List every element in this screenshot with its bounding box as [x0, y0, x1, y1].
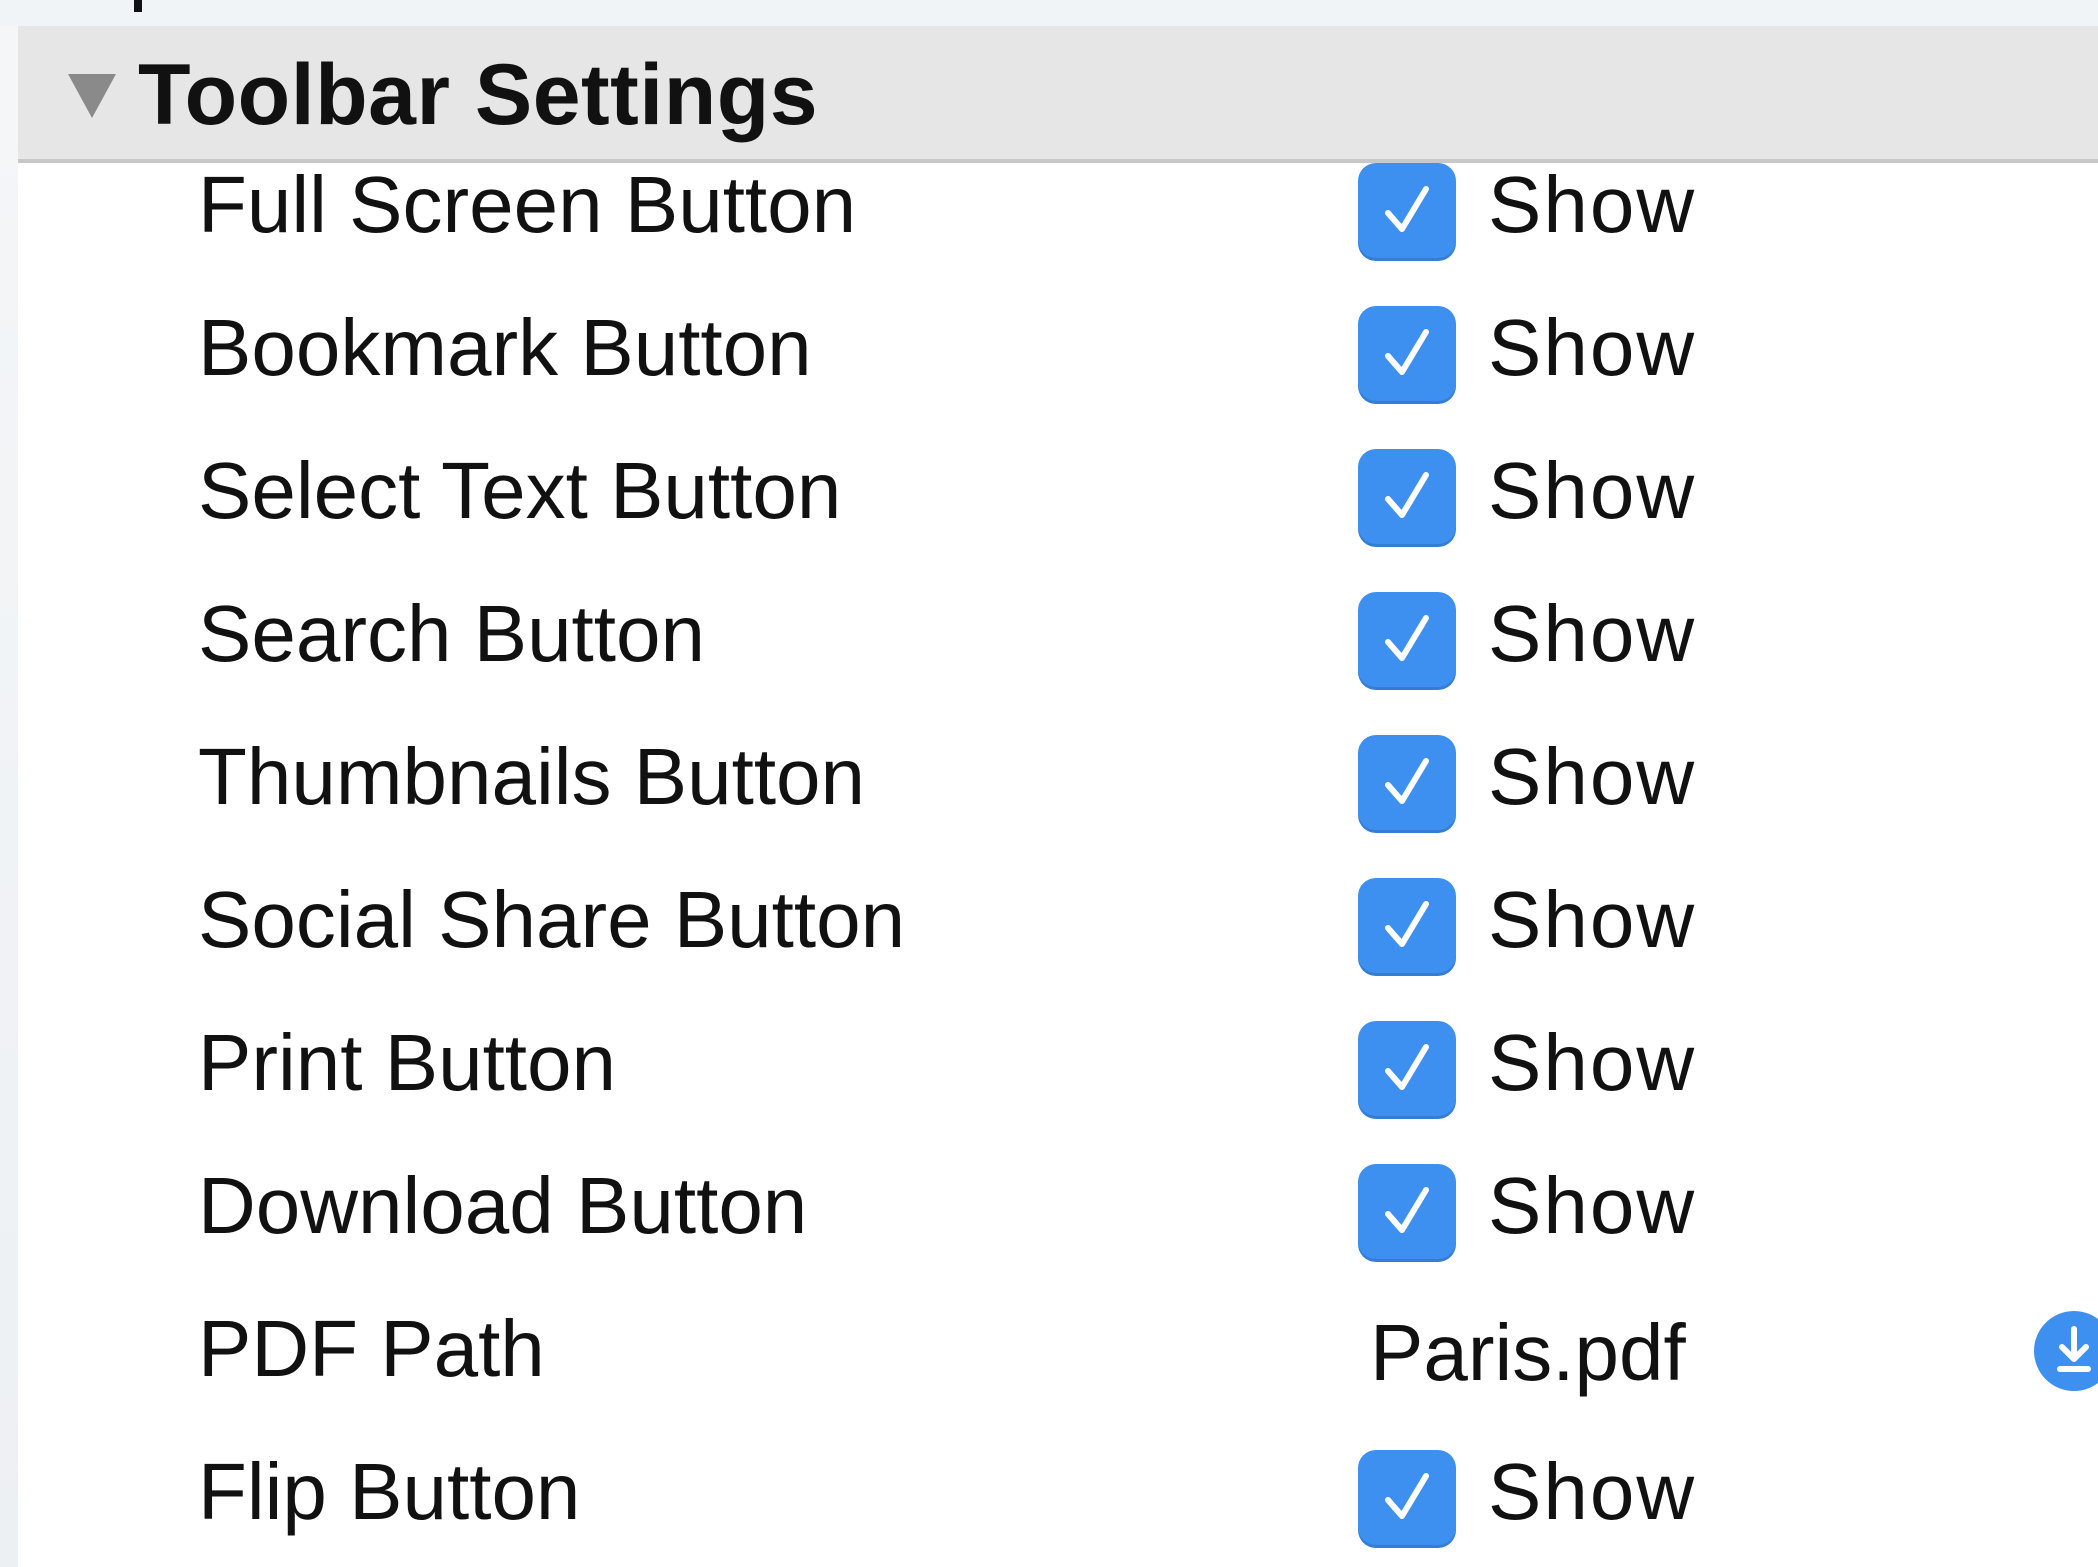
- checkmark-icon: [1385, 615, 1429, 661]
- setting-row-bookmark-button: Bookmark Button Show: [18, 280, 2098, 423]
- show-label: Show: [1488, 732, 1697, 821]
- show-label: Show: [1488, 589, 1697, 678]
- setting-label: Full Screen Button: [198, 160, 857, 249]
- checkbox-checked[interactable]: [1358, 306, 1456, 404]
- pdf-path-value[interactable]: Paris.pdf: [1370, 1313, 1686, 1393]
- search-button-checkbox[interactable]: Show: [1358, 592, 1778, 692]
- checkmark-icon: [1385, 901, 1429, 947]
- checkmark-icon: [1385, 186, 1429, 232]
- checkmark-icon: [1385, 1044, 1429, 1090]
- checkmark-icon: [1385, 472, 1429, 518]
- setting-row-pdf-path: PDF Path Paris.pdf: [18, 1281, 2098, 1424]
- print-button-checkbox[interactable]: Show: [1358, 1021, 1778, 1121]
- show-label: Show: [1488, 303, 1697, 392]
- checkbox-checked[interactable]: [1358, 449, 1456, 547]
- setting-label: Social Share Button: [198, 875, 906, 964]
- setting-row-print-button: Print Button Show: [18, 995, 2098, 1138]
- checkbox-checked[interactable]: [1358, 878, 1456, 976]
- checkmark-icon: [1385, 758, 1429, 804]
- disclosure-triangle-down-icon[interactable]: [68, 74, 116, 118]
- download-button-checkbox[interactable]: Show: [1358, 1164, 1778, 1264]
- download-icon[interactable]: [2034, 1311, 2098, 1391]
- checkbox-checked[interactable]: [1358, 163, 1456, 261]
- checkmark-icon: [1385, 329, 1429, 375]
- setting-row-full-screen-button: Full Screen Button Show: [18, 137, 2098, 280]
- setting-row-download-button: Download Button Show: [18, 1138, 2098, 1281]
- flip-button-checkbox[interactable]: Show: [1358, 1450, 1778, 1550]
- show-label: Show: [1488, 1447, 1697, 1536]
- show-label: Show: [1488, 1018, 1697, 1107]
- section-title: Toolbar Settings: [138, 47, 819, 143]
- setting-label: Select Text Button: [198, 446, 842, 535]
- setting-label: Download Button: [198, 1161, 808, 1250]
- full-screen-button-checkbox[interactable]: Show: [1358, 163, 1778, 263]
- setting-label: Flip Button: [198, 1447, 581, 1536]
- checkbox-checked[interactable]: [1358, 592, 1456, 690]
- thumbnails-button-checkbox[interactable]: Show: [1358, 735, 1778, 835]
- setting-label: Thumbnails Button: [198, 732, 866, 821]
- checkbox-checked[interactable]: [1358, 1164, 1456, 1262]
- setting-row-social-share-button: Social Share Button Show: [18, 852, 2098, 995]
- setting-row-select-text-button: Select Text Button Show: [18, 423, 2098, 566]
- setting-label: Search Button: [198, 589, 705, 678]
- checkmark-icon: [1385, 1473, 1429, 1519]
- setting-label: Bookmark Button: [198, 303, 812, 392]
- setting-row-thumbnails-button: Thumbnails Button Show: [18, 709, 2098, 852]
- checkbox-checked[interactable]: [1358, 1450, 1456, 1548]
- select-text-button-checkbox[interactable]: Show: [1358, 449, 1778, 549]
- toolbar-settings-panel: Toolbar Settings Full Screen Button Show…: [18, 26, 2098, 1567]
- setting-row-search-button: Search Button Show: [18, 566, 2098, 709]
- left-gutter: [0, 26, 18, 1567]
- show-label: Show: [1488, 446, 1697, 535]
- setting-label: Print Button: [198, 1018, 617, 1107]
- checkbox-checked[interactable]: [1358, 1021, 1456, 1119]
- show-label: Show: [1488, 1161, 1697, 1250]
- show-label: Show: [1488, 875, 1697, 964]
- setting-row-flip-button: Flip Button Show: [18, 1424, 2098, 1567]
- setting-label: PDF Path: [198, 1304, 545, 1393]
- checkbox-checked[interactable]: [1358, 735, 1456, 833]
- top-strip: [0, 0, 2098, 26]
- checkmark-icon: [1385, 1187, 1429, 1233]
- bookmark-button-checkbox[interactable]: Show: [1358, 306, 1778, 406]
- show-label: Show: [1488, 160, 1697, 249]
- social-share-button-checkbox[interactable]: Show: [1358, 878, 1778, 978]
- top-tick-mark: [134, 0, 142, 12]
